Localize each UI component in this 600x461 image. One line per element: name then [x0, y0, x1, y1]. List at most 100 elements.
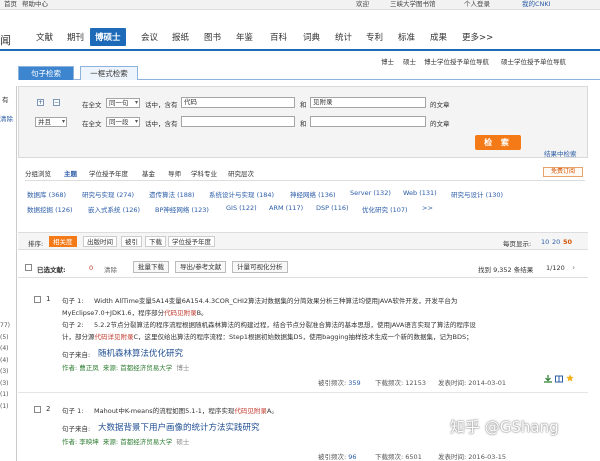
sort-option-0[interactable]: 相关度	[49, 236, 77, 247]
clear-selection-link[interactable]: 清除	[104, 264, 117, 274]
group-tag-row1-2[interactable]: 遗传算法 (188)	[149, 189, 195, 199]
sidebar-count-2[interactable]: (4)	[0, 345, 9, 352]
sidebar-count-1[interactable]: (5)	[0, 334, 9, 341]
group-tag-row2-4[interactable]: ARM (117)	[269, 204, 303, 212]
nav-item-6[interactable]: 年鉴	[236, 31, 253, 43]
group-tag-row1-5[interactable]: Server (132)	[350, 189, 391, 197]
per-page-50[interactable]: 50	[563, 238, 572, 246]
group-tag-row2-3[interactable]: GIS (122)	[226, 204, 257, 212]
subnav-master-unit[interactable]: 硕士学位授予单位导航	[501, 56, 566, 66]
tab-simple-search[interactable]: 一框式检索	[80, 66, 138, 80]
result-2-checkbox[interactable]	[34, 406, 41, 413]
nav-item-4[interactable]: 报纸	[172, 31, 189, 43]
sidebar-count-0[interactable]: 77)	[0, 322, 10, 329]
sidebar-count-5[interactable]: (3)	[0, 380, 9, 387]
per-page-10[interactable]: 10	[541, 238, 549, 246]
add-row-icon[interactable]: +	[37, 99, 44, 106]
group-tab-6[interactable]: 研究层次	[228, 168, 254, 178]
row2-term1-input[interactable]	[181, 116, 295, 127]
group-tag-row2-0[interactable]: 数据挖掘 (126)	[27, 204, 73, 214]
my-cnki-link[interactable]: 我的CNKI	[522, 0, 551, 9]
row2-mode-select[interactable]: 同一段	[106, 117, 140, 127]
group-tag-row1-1[interactable]: 研究与实现 (274)	[82, 189, 134, 199]
nav-item-0[interactable]: 文献	[36, 31, 53, 43]
nav-item-1[interactable]: 期刊	[67, 31, 84, 43]
sidebar-count-7[interactable]: (1)	[0, 403, 9, 410]
group-tag-row1-3[interactable]: 系统设计与实现 (184)	[209, 189, 274, 199]
nav-item-2[interactable]: 博硕士	[90, 28, 126, 46]
group-tag-row1-4[interactable]: 神经网络 (136)	[290, 189, 336, 199]
sort-option-2[interactable]: 被引	[121, 236, 142, 247]
group-tag-row1-7[interactable]: 研究与设计 (130)	[451, 189, 503, 199]
batch-download-button[interactable]: 批量下载	[133, 261, 169, 273]
result-1-s1-label: 句子 1:	[62, 297, 84, 305]
nav-item-10[interactable]: 专利	[366, 31, 383, 43]
nav-item-11[interactable]: 标准	[398, 31, 415, 43]
found-count: 找到 9,352 条结果	[478, 266, 534, 274]
result-2-title-link[interactable]: 大数据背景下用户画像的统计方法实践研究	[98, 421, 260, 433]
group-tab-0[interactable]: 分组浏览	[25, 168, 51, 178]
sidebar-count-6[interactable]: (1)	[0, 391, 9, 398]
subscribe-button[interactable]: 免费订阅	[543, 167, 583, 177]
nav-item-7[interactable]: 百科	[270, 31, 287, 43]
export-button[interactable]: 导出/参考文献	[175, 261, 227, 273]
nav-divider	[0, 49, 600, 51]
sort-option-4[interactable]: 学位授予年度	[168, 236, 215, 247]
nav-item-5[interactable]: 图书	[204, 31, 221, 43]
next-page-icon[interactable]: ›	[572, 263, 575, 272]
tab-sentence-search[interactable]: 句子检索	[18, 66, 74, 80]
group-tab-4[interactable]: 导师	[168, 168, 181, 178]
subnav-doctor[interactable]: 博士	[381, 56, 394, 66]
group-tag-row1-0[interactable]: 数据库 (368)	[27, 189, 66, 199]
group-tag-row2-7[interactable]: >>	[422, 204, 433, 212]
group-tab-3[interactable]: 基金	[142, 168, 155, 178]
row1-term2-input[interactable]: 见附录	[310, 97, 426, 108]
sidebar-count-3[interactable]: (4)	[0, 357, 9, 364]
visual-analysis-button[interactable]: 计量可视化分析	[232, 261, 288, 273]
library-link[interactable]: 三峡大学图书馆	[390, 0, 436, 9]
group-tag-row2-5[interactable]: DSP (116)	[316, 204, 349, 212]
row1-mode-select[interactable]: 同一句	[106, 98, 140, 108]
subnav-doctor-unit[interactable]: 博士学位授予单位导航	[424, 56, 489, 66]
result-2-s1-text: Mahout中K-means的流程如图5.1-1，程序实现代码见附录A。	[94, 407, 278, 415]
group-tab-1[interactable]: 主题	[64, 168, 77, 178]
group-tab-2[interactable]: 学位授予年度	[89, 168, 128, 178]
search-button[interactable]: 检 索	[475, 135, 521, 150]
group-tag-row1-6[interactable]: Web (131)	[403, 189, 437, 197]
home-link[interactable]: 首页	[4, 0, 17, 9]
sidebar-clear-link[interactable]: 清除	[0, 113, 13, 123]
personal-login-link[interactable]: 个人登录	[464, 0, 490, 9]
result-1-from-label: 句子来自:	[62, 351, 91, 359]
page-indicator: 1/120	[546, 264, 565, 272]
sort-option-3[interactable]: 下载	[145, 236, 166, 247]
result-2-downloads: 下载频次: 6501	[375, 453, 422, 461]
group-tag-row2-6[interactable]: 优化研究 (107)	[362, 204, 408, 214]
help-link[interactable]: 帮助中心	[22, 0, 48, 9]
nav-item-9[interactable]: 统计	[335, 31, 352, 43]
remove-row-icon[interactable]: −	[53, 99, 60, 106]
download-icon[interactable]	[544, 375, 552, 383]
row2-logic-select[interactable]: 并且	[35, 117, 67, 127]
group-tag-row2-2[interactable]: BP神经网络 (123)	[155, 204, 209, 214]
row1-contains-label: 话中，含有	[145, 101, 178, 109]
per-page-20[interactable]: 20	[552, 238, 560, 246]
result-1-s2-text: 5.2.2节点分裂算法的程序流程根据随机森林算法的构建过程，结合节点分裂准合算法…	[94, 321, 476, 329]
nav-item-13[interactable]: 更多>>	[462, 31, 493, 43]
favorite-star-icon[interactable]	[566, 374, 574, 382]
search-in-results-link[interactable]: 结果中检索	[544, 148, 577, 158]
sort-option-1[interactable]: 出版时间	[83, 236, 117, 247]
group-tab-5[interactable]: 学科专业	[191, 168, 217, 178]
nav-item-12[interactable]: 成果	[430, 31, 447, 43]
result-1-title-link[interactable]: 随机森林算法优化研究	[98, 347, 183, 359]
read-online-icon[interactable]	[555, 375, 563, 383]
group-tag-row2-1[interactable]: 嵌入式系统 (126)	[88, 204, 140, 214]
nav-item-3[interactable]: 会议	[141, 31, 158, 43]
row2-term2-input[interactable]	[310, 116, 426, 127]
select-all-checkbox[interactable]	[25, 264, 32, 271]
result-1-s1-line2: MyEclipse7.0+JDK1.6，程序部分代码见附录B。	[62, 309, 208, 317]
sidebar-count-4[interactable]: (3)	[0, 368, 9, 375]
row1-term1-input[interactable]: 代码	[181, 97, 295, 108]
nav-item-8[interactable]: 词典	[303, 31, 320, 43]
result-1-checkbox[interactable]	[34, 296, 41, 303]
subnav-master[interactable]: 硕士	[403, 56, 416, 66]
